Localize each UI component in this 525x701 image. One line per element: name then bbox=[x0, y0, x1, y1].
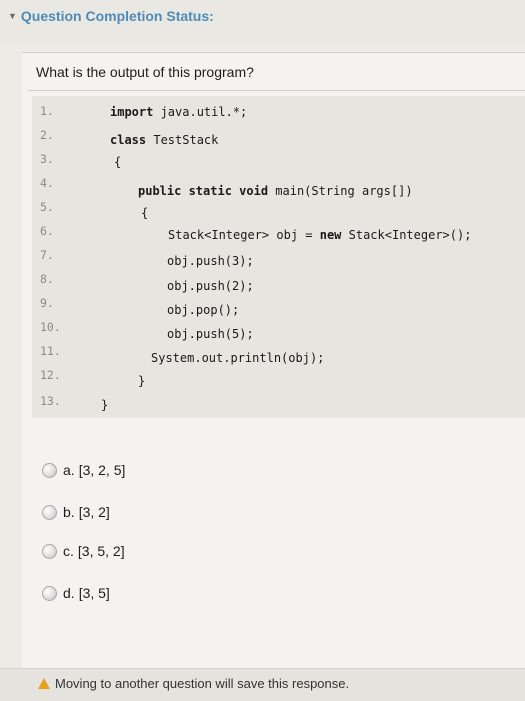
question-prompt: What is the output of this program? bbox=[36, 64, 254, 80]
line-number: 8. bbox=[40, 272, 54, 286]
radio-button[interactable] bbox=[42, 504, 57, 520]
line-number: 5. bbox=[40, 200, 54, 214]
code-text: Stack<Integer>(); bbox=[341, 228, 472, 242]
code-line-8: obj.push(2); bbox=[167, 279, 254, 293]
code-line-7: obj.push(3); bbox=[167, 254, 254, 268]
save-notice: Moving to another question will save thi… bbox=[38, 676, 349, 691]
code-line-6: Stack<Integer> obj = new Stack<Integer>(… bbox=[168, 228, 471, 242]
save-notice-text: Moving to another question will save thi… bbox=[55, 676, 350, 691]
radio-button[interactable] bbox=[42, 543, 57, 559]
code-text: TestStack bbox=[146, 133, 219, 147]
line-number: 9. bbox=[40, 296, 54, 310]
code-text: java.util.*; bbox=[153, 105, 248, 119]
line-number: 7. bbox=[40, 248, 54, 262]
code-line-12: } bbox=[138, 374, 146, 388]
question-completion-status[interactable]: ▼ Question Completion Status: bbox=[8, 8, 214, 24]
line-number: 13. bbox=[40, 394, 61, 408]
code-text: Stack<Integer> obj = bbox=[168, 228, 320, 242]
code-line-13: } bbox=[101, 398, 109, 412]
page: ▼ Question Completion Status: What is th… bbox=[0, 0, 525, 701]
answer-option-b[interactable]: b. [3, 2] bbox=[42, 504, 110, 520]
line-number: 2. bbox=[40, 128, 54, 142]
radio-button[interactable] bbox=[42, 462, 57, 478]
option-text: [3, 2, 5] bbox=[78, 462, 126, 478]
code-line-2: class TestStack bbox=[110, 133, 218, 147]
code-keyword: new bbox=[319, 228, 342, 242]
line-number: 12. bbox=[40, 368, 61, 382]
option-letter: c. bbox=[63, 543, 74, 559]
answer-option-c[interactable]: c. [3, 5, 2] bbox=[42, 543, 125, 559]
code-text: main(String args[]) bbox=[268, 184, 413, 198]
code-line-1: import java.util.*; bbox=[110, 105, 247, 119]
radio-button[interactable] bbox=[42, 585, 57, 601]
code-line-4: public static void main(String args[]) bbox=[138, 184, 413, 198]
code-keyword: class bbox=[110, 133, 147, 147]
code-line-11: System.out.println(obj); bbox=[151, 351, 325, 365]
line-number: 10. bbox=[40, 320, 61, 334]
code-listing bbox=[32, 96, 525, 418]
line-number: 1. bbox=[40, 104, 54, 118]
line-number: 6. bbox=[40, 224, 54, 238]
code-keyword: import bbox=[110, 105, 154, 119]
line-number: 3. bbox=[40, 152, 54, 166]
option-letter: b. bbox=[63, 504, 75, 520]
divider bbox=[28, 90, 525, 91]
answer-option-a[interactable]: a. [3, 2, 5] bbox=[42, 462, 125, 478]
option-letter: a. bbox=[63, 462, 75, 478]
answer-option-d[interactable]: d. [3, 5] bbox=[42, 585, 110, 601]
code-keyword: public static void bbox=[138, 184, 269, 198]
status-title: Question Completion Status: bbox=[20, 8, 214, 24]
code-line-3: { bbox=[114, 155, 122, 169]
code-line-5: { bbox=[141, 206, 149, 220]
warning-icon bbox=[38, 678, 50, 689]
line-number: 11. bbox=[40, 344, 61, 358]
line-number: 4. bbox=[40, 176, 54, 190]
option-text: [3, 5] bbox=[78, 585, 110, 601]
code-line-10: obj.push(5); bbox=[167, 327, 254, 341]
option-text: [3, 2] bbox=[78, 504, 110, 520]
code-line-9: obj.pop(); bbox=[167, 303, 240, 317]
option-letter: d. bbox=[63, 585, 75, 601]
chevron-down-icon[interactable]: ▼ bbox=[8, 11, 17, 21]
option-text: [3, 5, 2] bbox=[77, 543, 125, 559]
